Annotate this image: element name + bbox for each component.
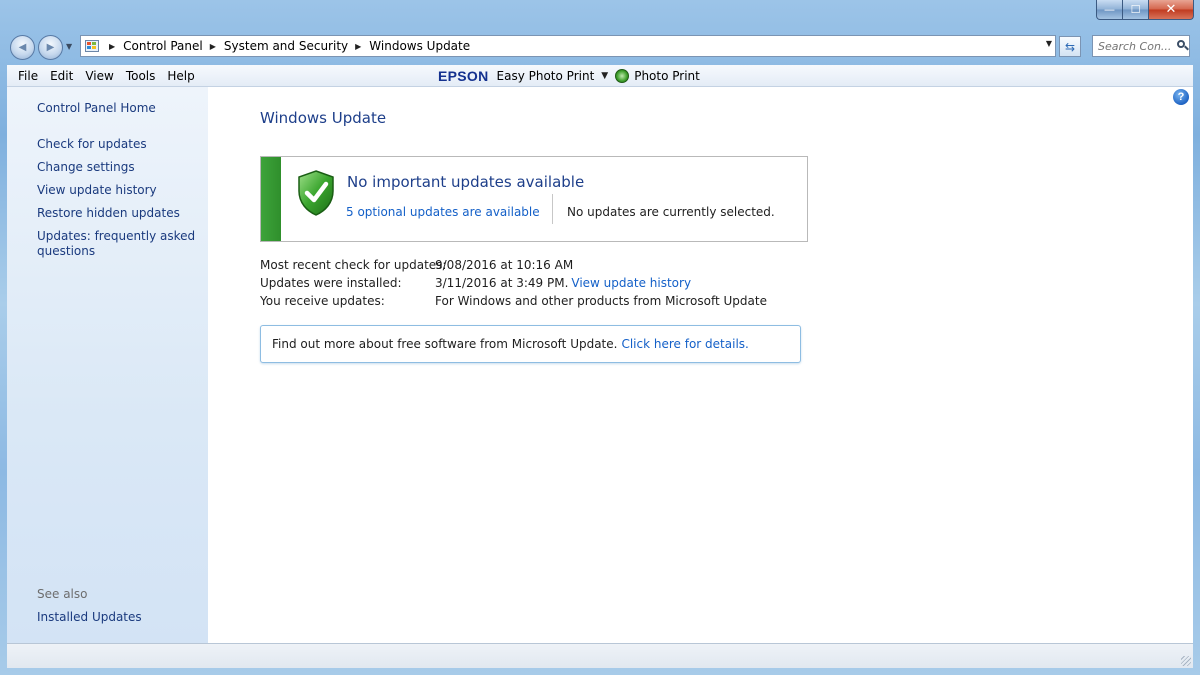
check-for-updates-link[interactable]: Check for updates — [37, 137, 147, 152]
refresh-button[interactable]: ⇆ — [1059, 36, 1081, 57]
menu-edit[interactable]: Edit — [44, 69, 79, 83]
search-box[interactable] — [1092, 35, 1190, 57]
search-icon[interactable] — [1177, 40, 1189, 52]
breadcrumb-separator-icon[interactable]: ▶ — [210, 42, 216, 51]
menu-help[interactable]: Help — [161, 69, 200, 83]
photo-print-button[interactable]: Photo Print — [634, 69, 700, 83]
free-software-notice: Find out more about free software from M… — [260, 325, 801, 363]
menu-file[interactable]: File — [7, 69, 44, 83]
menu-tools[interactable]: Tools — [120, 69, 162, 83]
installed-label: Updates were installed: — [260, 276, 402, 290]
resize-grip[interactable] — [1181, 656, 1191, 666]
menu-bar: File Edit View Tools Help EPSON Easy Pho… — [7, 65, 1193, 87]
minimize-button[interactable]: — — [1096, 0, 1123, 20]
address-bar[interactable]: ▶ Control Panel ▶ System and Security ▶ … — [80, 35, 1056, 57]
status-heading: No important updates available — [347, 173, 585, 191]
restore-hidden-updates-link[interactable]: Restore hidden updates — [37, 206, 180, 221]
address-dropdown-icon[interactable]: ▼ — [1046, 39, 1052, 48]
control-panel-home-link[interactable]: Control Panel Home — [37, 101, 156, 116]
see-also-heading: See also — [37, 587, 88, 601]
photo-print-icon[interactable] — [615, 69, 630, 83]
close-button[interactable]: ✕ — [1149, 0, 1194, 20]
receive-value: For Windows and other products from Micr… — [435, 294, 767, 308]
refresh-icon: ⇆ — [1064, 39, 1076, 54]
back-button[interactable]: ◀ — [10, 35, 35, 60]
selected-updates-text: No updates are currently selected. — [567, 205, 775, 219]
breadcrumb-system-and-security[interactable]: System and Security — [224, 39, 348, 53]
caption-buttons: — ☐ ✕ — [1096, 0, 1194, 20]
optional-updates-link[interactable]: 5 optional updates are available — [346, 205, 540, 219]
breadcrumb-control-panel[interactable]: Control Panel — [123, 39, 203, 53]
task-pane: Control Panel Home Check for updates Cha… — [7, 87, 208, 643]
updates-faq-link[interactable]: Updates: frequently asked questions — [37, 229, 197, 259]
recent-check-value: 9/08/2016 at 10:16 AM — [435, 258, 574, 272]
installed-value-group: 3/11/2016 at 3:49 PM. View update history — [435, 276, 691, 290]
epson-toolbar: EPSON Easy Photo Print ▼ Photo Print — [438, 65, 700, 87]
maximize-button[interactable]: ☐ — [1123, 0, 1149, 20]
help-icon[interactable]: ? — [1173, 89, 1189, 105]
installed-updates-link[interactable]: Installed Updates — [37, 610, 142, 625]
page-title: Windows Update — [260, 109, 387, 127]
free-software-text: Find out more about free software from M… — [272, 337, 618, 351]
status-bar — [7, 643, 1193, 668]
menu-view[interactable]: View — [79, 69, 119, 83]
change-settings-link[interactable]: Change settings — [37, 160, 135, 175]
navigation-bar: ◀ ▶ ▼ ▶ Control Panel ▶ System and Secur… — [0, 30, 1200, 62]
window-frame: — ☐ ✕ ◀ ▶ ▼ ▶ Control Panel ▶ System and… — [0, 0, 1200, 675]
recent-check-label: Most recent check for updates: — [260, 258, 447, 272]
status-color-bar — [261, 157, 281, 241]
view-update-history-link[interactable]: View update history — [37, 183, 157, 198]
recent-pages-dropdown-icon[interactable]: ▼ — [66, 42, 72, 51]
breadcrumb-separator-icon[interactable]: ▶ — [355, 42, 361, 51]
installed-value: 3/11/2016 at 3:49 PM. — [435, 276, 569, 290]
breadcrumb-windows-update[interactable]: Windows Update — [369, 39, 470, 53]
main-content: ? Windows Update No important updates av… — [208, 87, 1193, 643]
breadcrumb-separator-icon[interactable]: ▶ — [109, 42, 115, 51]
forward-button[interactable]: ▶ — [38, 35, 63, 60]
easy-photo-print-dropdown-icon[interactable]: ▼ — [601, 71, 608, 81]
back-arrow-icon: ◀ — [18, 42, 27, 53]
forward-arrow-icon: ▶ — [46, 42, 55, 53]
easy-photo-print-button[interactable]: Easy Photo Print — [497, 69, 595, 83]
epson-logo: EPSON — [438, 68, 489, 84]
receive-label: You receive updates: — [260, 294, 385, 308]
search-input[interactable] — [1098, 39, 1176, 53]
shield-check-icon — [298, 170, 334, 216]
free-software-details-link[interactable]: Click here for details. — [621, 337, 748, 351]
status-divider — [552, 194, 553, 224]
update-status-panel: No important updates available 5 optiona… — [260, 156, 808, 242]
control-panel-icon — [84, 38, 102, 54]
view-update-history-inline-link[interactable]: View update history — [571, 276, 691, 290]
